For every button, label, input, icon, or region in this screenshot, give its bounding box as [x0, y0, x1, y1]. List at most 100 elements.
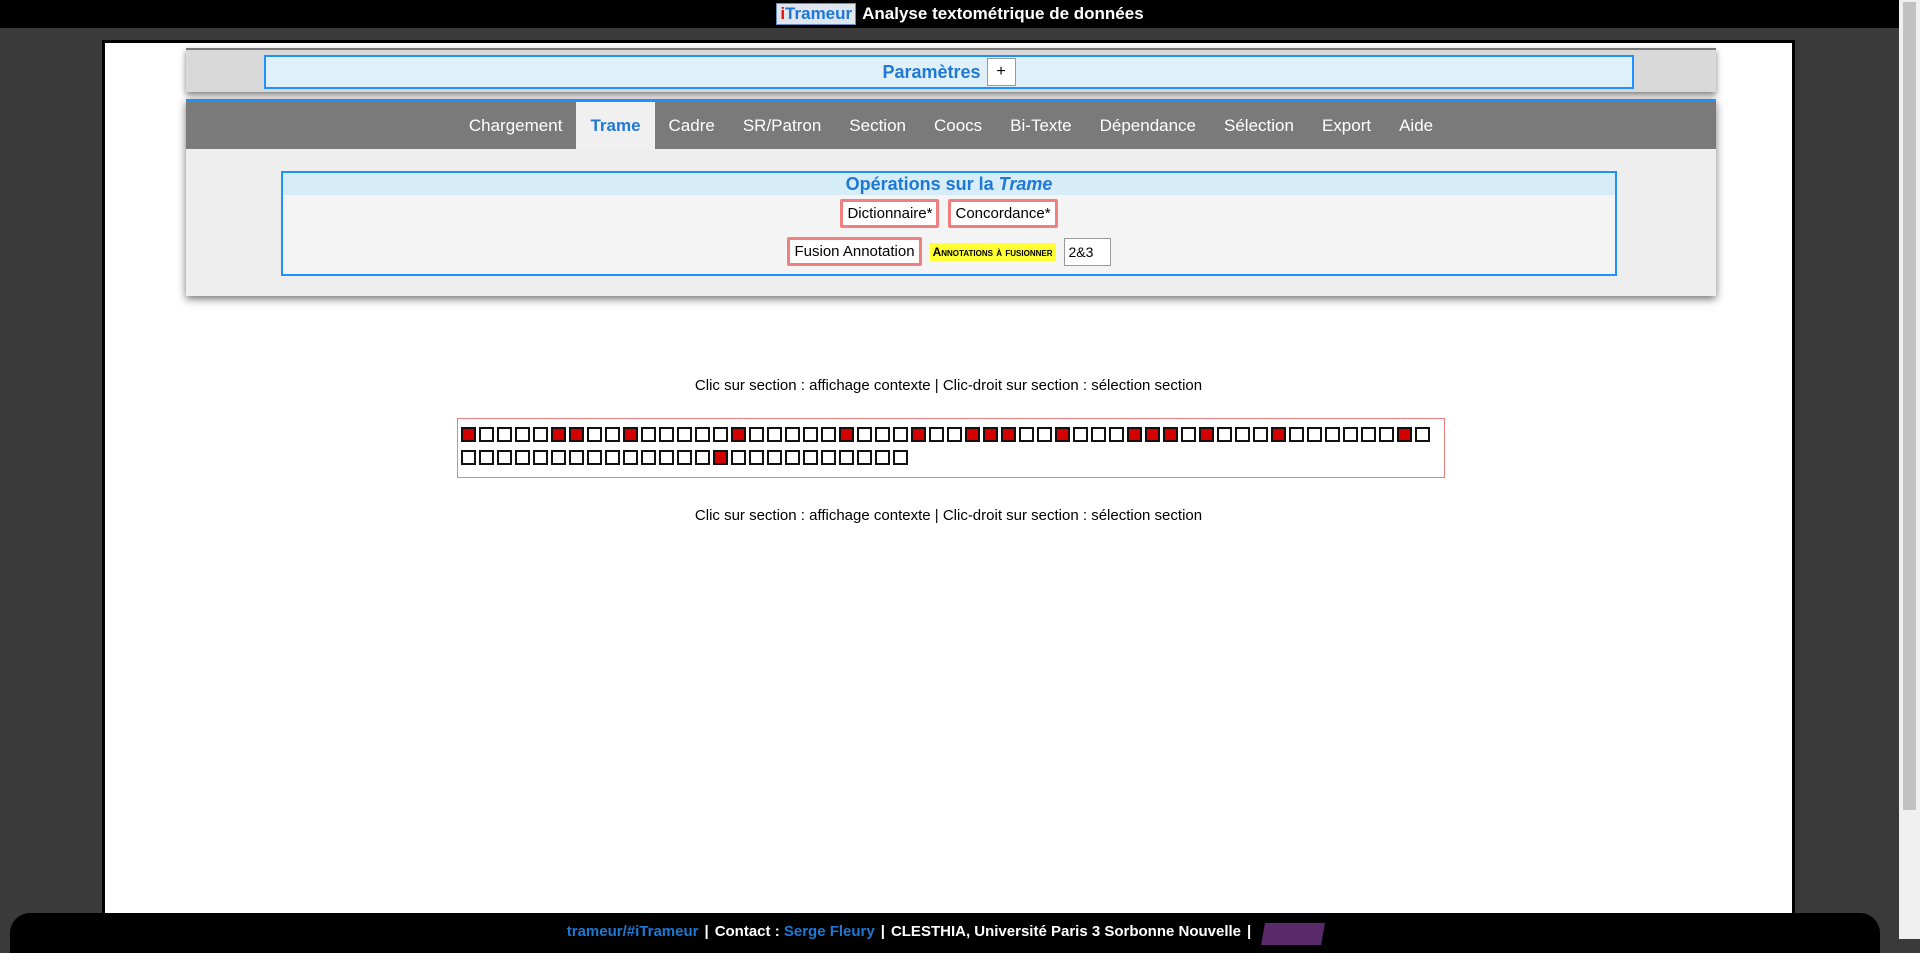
section-square[interactable] — [893, 427, 908, 442]
trameur-link[interactable]: trameur/#iTrameur — [567, 923, 699, 953]
section-square[interactable] — [785, 427, 800, 442]
section-square[interactable] — [803, 427, 818, 442]
section-square[interactable] — [767, 427, 782, 442]
section-square[interactable] — [785, 450, 800, 465]
section-square[interactable] — [605, 427, 620, 442]
section-square[interactable] — [1325, 427, 1340, 442]
section-square[interactable] — [821, 427, 836, 442]
tab-trame[interactable]: Trame — [576, 102, 655, 149]
section-square[interactable] — [821, 450, 836, 465]
section-square-selected[interactable] — [1397, 427, 1412, 442]
tab-section[interactable]: Section — [835, 102, 920, 149]
section-square[interactable] — [1343, 427, 1358, 442]
section-square[interactable] — [479, 450, 494, 465]
tab-chargement[interactable]: Chargement — [455, 102, 577, 149]
section-square[interactable] — [659, 427, 674, 442]
section-square[interactable] — [533, 450, 548, 465]
section-square[interactable] — [1379, 427, 1394, 442]
section-square[interactable] — [1181, 427, 1196, 442]
section-square-selected[interactable] — [569, 427, 584, 442]
section-square[interactable] — [515, 427, 530, 442]
section-square-selected[interactable] — [1271, 427, 1286, 442]
section-square[interactable] — [731, 450, 746, 465]
section-square[interactable] — [695, 450, 710, 465]
section-square[interactable] — [947, 427, 962, 442]
scrollbar-thumb[interactable] — [1903, 2, 1916, 810]
section-square[interactable] — [929, 427, 944, 442]
section-square[interactable] — [461, 450, 476, 465]
section-square-selected[interactable] — [1055, 427, 1070, 442]
expand-parameters-button[interactable]: + — [986, 58, 1016, 86]
section-square[interactable] — [1073, 427, 1088, 442]
section-square[interactable] — [533, 427, 548, 442]
section-square[interactable] — [875, 450, 890, 465]
section-square[interactable] — [497, 450, 512, 465]
section-square-selected[interactable] — [1127, 427, 1142, 442]
section-square[interactable] — [857, 427, 872, 442]
section-square[interactable] — [677, 450, 692, 465]
section-square[interactable] — [1289, 427, 1304, 442]
concordance-button[interactable]: Concordance* — [948, 199, 1058, 228]
section-square-selected[interactable] — [1163, 427, 1178, 442]
section-square-selected[interactable] — [983, 427, 998, 442]
section-square[interactable] — [1235, 427, 1250, 442]
tab-cadre[interactable]: Cadre — [655, 102, 729, 149]
section-square-selected[interactable] — [839, 427, 854, 442]
section-square[interactable] — [1019, 427, 1034, 442]
section-square[interactable] — [767, 450, 782, 465]
brand-logo[interactable]: iTrameur — [776, 3, 857, 25]
section-square[interactable] — [659, 450, 674, 465]
section-square[interactable] — [569, 450, 584, 465]
tab-sr-patron[interactable]: SR/Patron — [729, 102, 835, 149]
section-square-selected[interactable] — [461, 427, 476, 442]
section-square[interactable] — [1253, 427, 1268, 442]
section-square-selected[interactable] — [731, 427, 746, 442]
section-square[interactable] — [695, 427, 710, 442]
section-square-selected[interactable] — [1199, 427, 1214, 442]
tab-coocs[interactable]: Coocs — [920, 102, 996, 149]
contact-link[interactable]: Serge Fleury — [784, 923, 875, 953]
section-square[interactable] — [1415, 427, 1430, 442]
section-square[interactable] — [1361, 427, 1376, 442]
section-square-selected[interactable] — [713, 450, 728, 465]
section-square-selected[interactable] — [911, 427, 926, 442]
section-square-selected[interactable] — [1001, 427, 1016, 442]
fusion-annotation-button[interactable]: Fusion Annotation — [787, 237, 922, 266]
dictionary-button[interactable]: Dictionnaire* — [840, 199, 940, 228]
annotations-to-merge-input[interactable] — [1063, 237, 1111, 266]
section-square[interactable] — [713, 427, 728, 442]
section-square[interactable] — [1037, 427, 1052, 442]
tab-bi-texte[interactable]: Bi-Texte — [996, 102, 1085, 149]
section-square[interactable] — [641, 450, 656, 465]
section-square[interactable] — [1109, 427, 1124, 442]
tab-dependance[interactable]: Dépendance — [1086, 102, 1210, 149]
section-square[interactable] — [1091, 427, 1106, 442]
section-square-selected[interactable] — [623, 427, 638, 442]
page-scrollbar[interactable] — [1899, 0, 1920, 939]
tab-selection[interactable]: Sélection — [1210, 102, 1308, 149]
section-square[interactable] — [839, 450, 854, 465]
section-square-selected[interactable] — [1145, 427, 1160, 442]
tab-aide[interactable]: Aide — [1385, 102, 1447, 149]
section-square[interactable] — [1217, 427, 1232, 442]
section-square[interactable] — [875, 427, 890, 442]
section-square[interactable] — [515, 450, 530, 465]
section-square[interactable] — [641, 427, 656, 442]
section-square[interactable] — [587, 450, 602, 465]
section-square-selected[interactable] — [551, 427, 566, 442]
section-square[interactable] — [605, 450, 620, 465]
section-square[interactable] — [803, 450, 818, 465]
section-square[interactable] — [749, 427, 764, 442]
section-square[interactable] — [551, 450, 566, 465]
section-square[interactable] — [857, 450, 872, 465]
section-square[interactable] — [677, 427, 692, 442]
section-square-selected[interactable] — [965, 427, 980, 442]
section-square[interactable] — [1307, 427, 1322, 442]
section-square[interactable] — [749, 450, 764, 465]
section-square[interactable] — [497, 427, 512, 442]
section-square[interactable] — [479, 427, 494, 442]
section-square[interactable] — [893, 450, 908, 465]
section-square[interactable] — [623, 450, 638, 465]
tab-export[interactable]: Export — [1308, 102, 1385, 149]
section-square[interactable] — [587, 427, 602, 442]
